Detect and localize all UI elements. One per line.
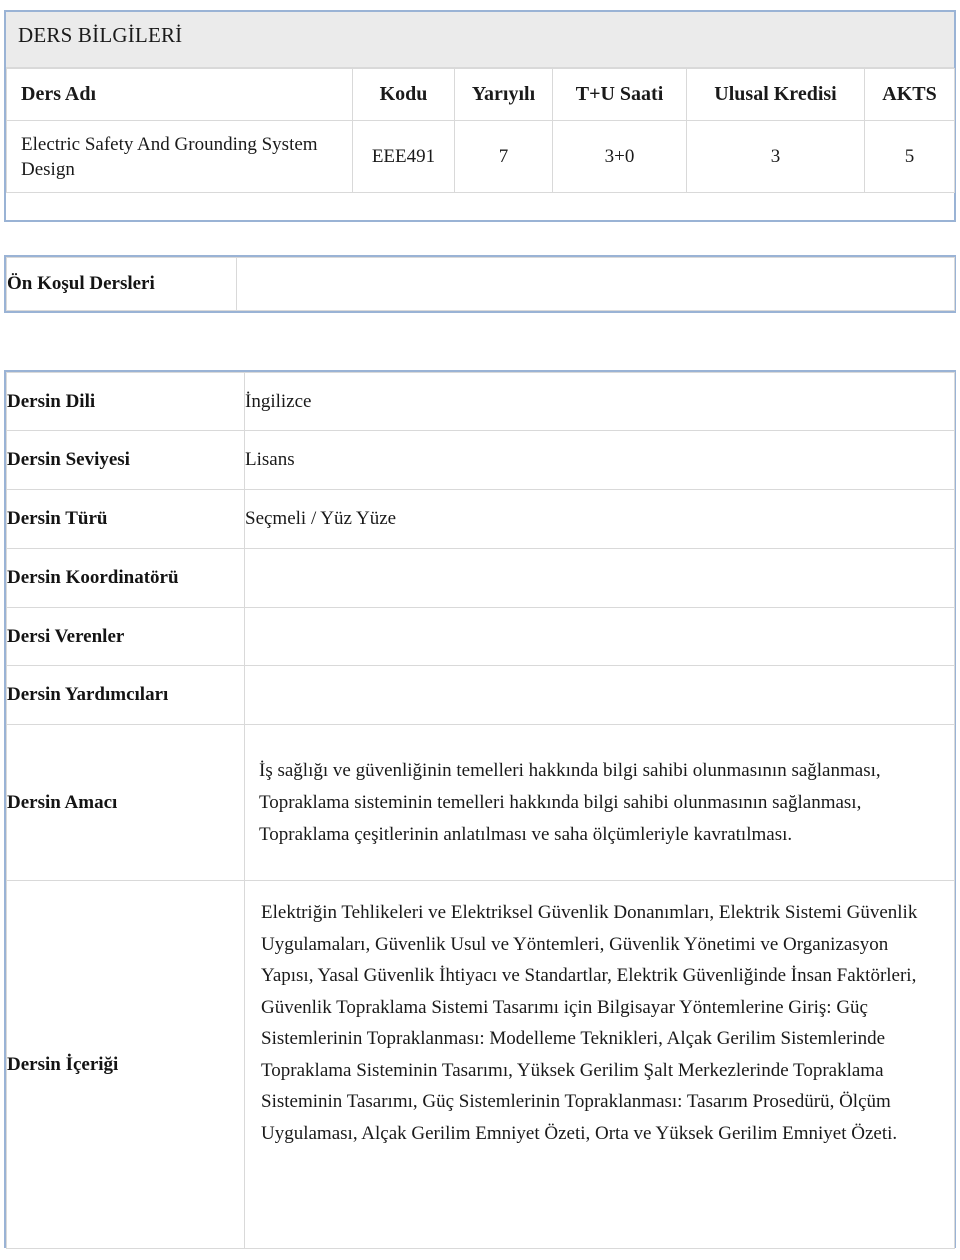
cell-kodu: EEE491 [352,120,455,193]
label-dersi-verenler: Dersi Verenler [6,607,245,666]
table-row: Ön Koşul Dersleri [6,257,955,311]
value-dersin-yardimcilari [244,665,955,725]
prerequisite-grid: Ön Koşul Dersleri [6,257,955,311]
section-title-bar: DERS BİLGİLERİ [6,12,954,68]
table-row-dersin-koordinatoru: Dersin Koordinatörü [6,548,955,608]
value-dersin-turu: Seçmeli / Yüz Yüze [244,489,955,549]
table-row-dersin-amaci: Dersin Amacı İş sağlığı ve güvenliğinin … [6,724,955,881]
cell-ulusal-kredisi: 3 [686,120,865,193]
column-header-kodu: Kodu [352,68,455,121]
value-dersi-verenler [244,607,955,666]
course-grid: Ders Adı Kodu Yarıyılı T+U Saati Ulusal … [6,68,955,193]
table-row-dersin-turu: Dersin Türü Seçmeli / Yüz Yüze [6,489,955,549]
table-row-dersi-verenler: Dersi Verenler [6,607,955,666]
label-dersin-amaci: Dersin Amacı [6,724,245,881]
section-title: DERS BİLGİLERİ [18,23,183,47]
column-header-akts: AKTS [864,68,955,121]
label-dersin-yardimcilari: Dersin Yardımcıları [6,665,245,725]
label-on-kosul-dersleri: Ön Koşul Dersleri [6,257,237,311]
value-dersin-koordinatoru [244,548,955,608]
cell-tu-saati: 3+0 [552,120,687,193]
column-header-ders-adi: Ders Adı [6,68,353,121]
value-on-kosul-dersleri [236,257,955,311]
course-details-table: Dersin Dili İngilizce Dersin Seviyesi Li… [4,370,956,1249]
table-header-row: Ders Adı Kodu Yarıyılı T+U Saati Ulusal … [6,68,955,121]
value-dersin-seviyesi: Lisans [244,430,955,490]
value-dersin-icerigi: Elektriğin Tehlikeleri ve Elektriksel Gü… [244,880,955,1249]
column-header-tu-saati: T+U Saati [552,68,687,121]
course-information-document: DERS BİLGİLERİ Ders Adı Kodu Yarıyılı T+… [0,0,960,1260]
table-row: Electric Safety And Grounding System Des… [6,120,955,193]
label-dersin-turu: Dersin Türü [6,489,245,549]
label-dersin-seviyesi: Dersin Seviyesi [6,430,245,490]
cell-yariyili: 7 [454,120,553,193]
column-header-ulusal-kredisi: Ulusal Kredisi [686,68,865,121]
prerequisite-table: Ön Koşul Dersleri [4,255,956,313]
value-dersin-dili: İngilizce [244,372,955,431]
course-header-table: DERS BİLGİLERİ Ders Adı Kodu Yarıyılı T+… [4,10,956,222]
table-row-dersin-seviyesi: Dersin Seviyesi Lisans [6,430,955,490]
label-dersin-koordinatoru: Dersin Koordinatörü [6,548,245,608]
cell-ders-adi: Electric Safety And Grounding System Des… [6,120,353,193]
label-dersin-dili: Dersin Dili [6,372,245,431]
table-row-dersin-dili: Dersin Dili İngilizce [6,372,955,431]
table-row-dersin-icerigi: Dersin İçeriği Elektriğin Tehlikeleri ve… [6,880,955,1249]
label-dersin-icerigi: Dersin İçeriği [6,880,245,1249]
cell-akts: 5 [864,120,955,193]
course-details-grid: Dersin Dili İngilizce Dersin Seviyesi Li… [6,372,955,1249]
column-header-yariyili: Yarıyılı [454,68,553,121]
value-dersin-amaci: İş sağlığı ve güvenliğinin temelleri hak… [244,724,955,881]
table-row-dersin-yardimcilari: Dersin Yardımcıları [6,665,955,725]
